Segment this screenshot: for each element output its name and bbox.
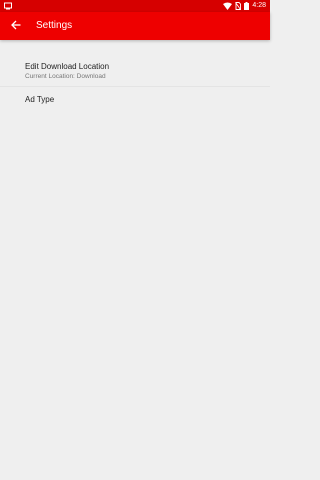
pref-ad-type[interactable]: Ad Type: [0, 40, 270, 104]
status-bar: 4:28: [0, 0, 270, 12]
pref-title: Ad Type: [25, 95, 55, 104]
arrow-left-icon: [11, 17, 21, 35]
battery-icon: [244, 2, 250, 10]
back-button[interactable]: [8, 18, 24, 34]
no-sim-icon: [235, 2, 242, 10]
page-title: Settings: [36, 20, 73, 31]
notification-icon: [4, 2, 12, 10]
status-time: 4:28: [252, 2, 266, 9]
app-bar: Settings: [0, 12, 270, 40]
wifi-icon: [223, 2, 233, 10]
pref-subtitle: Current Location: Download: [25, 73, 106, 80]
